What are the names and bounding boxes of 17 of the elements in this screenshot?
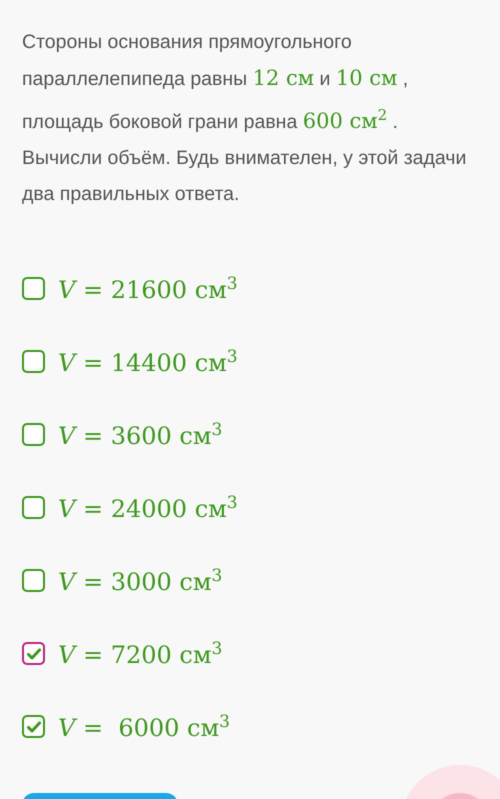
answer-option: V = 3600 см$^{3}$ bbox=[58, 420, 222, 450]
question-text: Стороны основания прямоугольного параллелепипеда равны 12 см и 10 см , площадь боковой грани равна 600 см$^{2}$ . Вычисли объём. Будь внимателен, у этой задачи два правильных ответа. bbox=[22, 30, 468, 207]
checkbox[interactable] bbox=[22, 642, 45, 665]
answer-option: V = 7200 см$^{3}$ bbox=[58, 638, 222, 668]
checkmark-icon bbox=[26, 648, 40, 660]
checkbox[interactable] bbox=[22, 277, 45, 300]
checkbox[interactable] bbox=[22, 496, 45, 519]
checkbox[interactable] bbox=[22, 569, 45, 592]
checkbox[interactable] bbox=[22, 350, 45, 373]
answer-option: V = 24000 см$^{3}$ bbox=[58, 492, 238, 522]
answer-option: V = 6000 см$^{3}$ bbox=[58, 712, 230, 742]
answer-option: V = 3000 см$^{3}$ bbox=[58, 566, 222, 596]
answer-option: V = 21600 см$^{3}$ bbox=[58, 274, 238, 304]
checkbox[interactable] bbox=[22, 715, 45, 738]
answer-option: V = 14400 см$^{3}$ bbox=[58, 346, 238, 376]
checkbox[interactable] bbox=[22, 423, 45, 446]
checkmark-icon bbox=[26, 720, 40, 732]
